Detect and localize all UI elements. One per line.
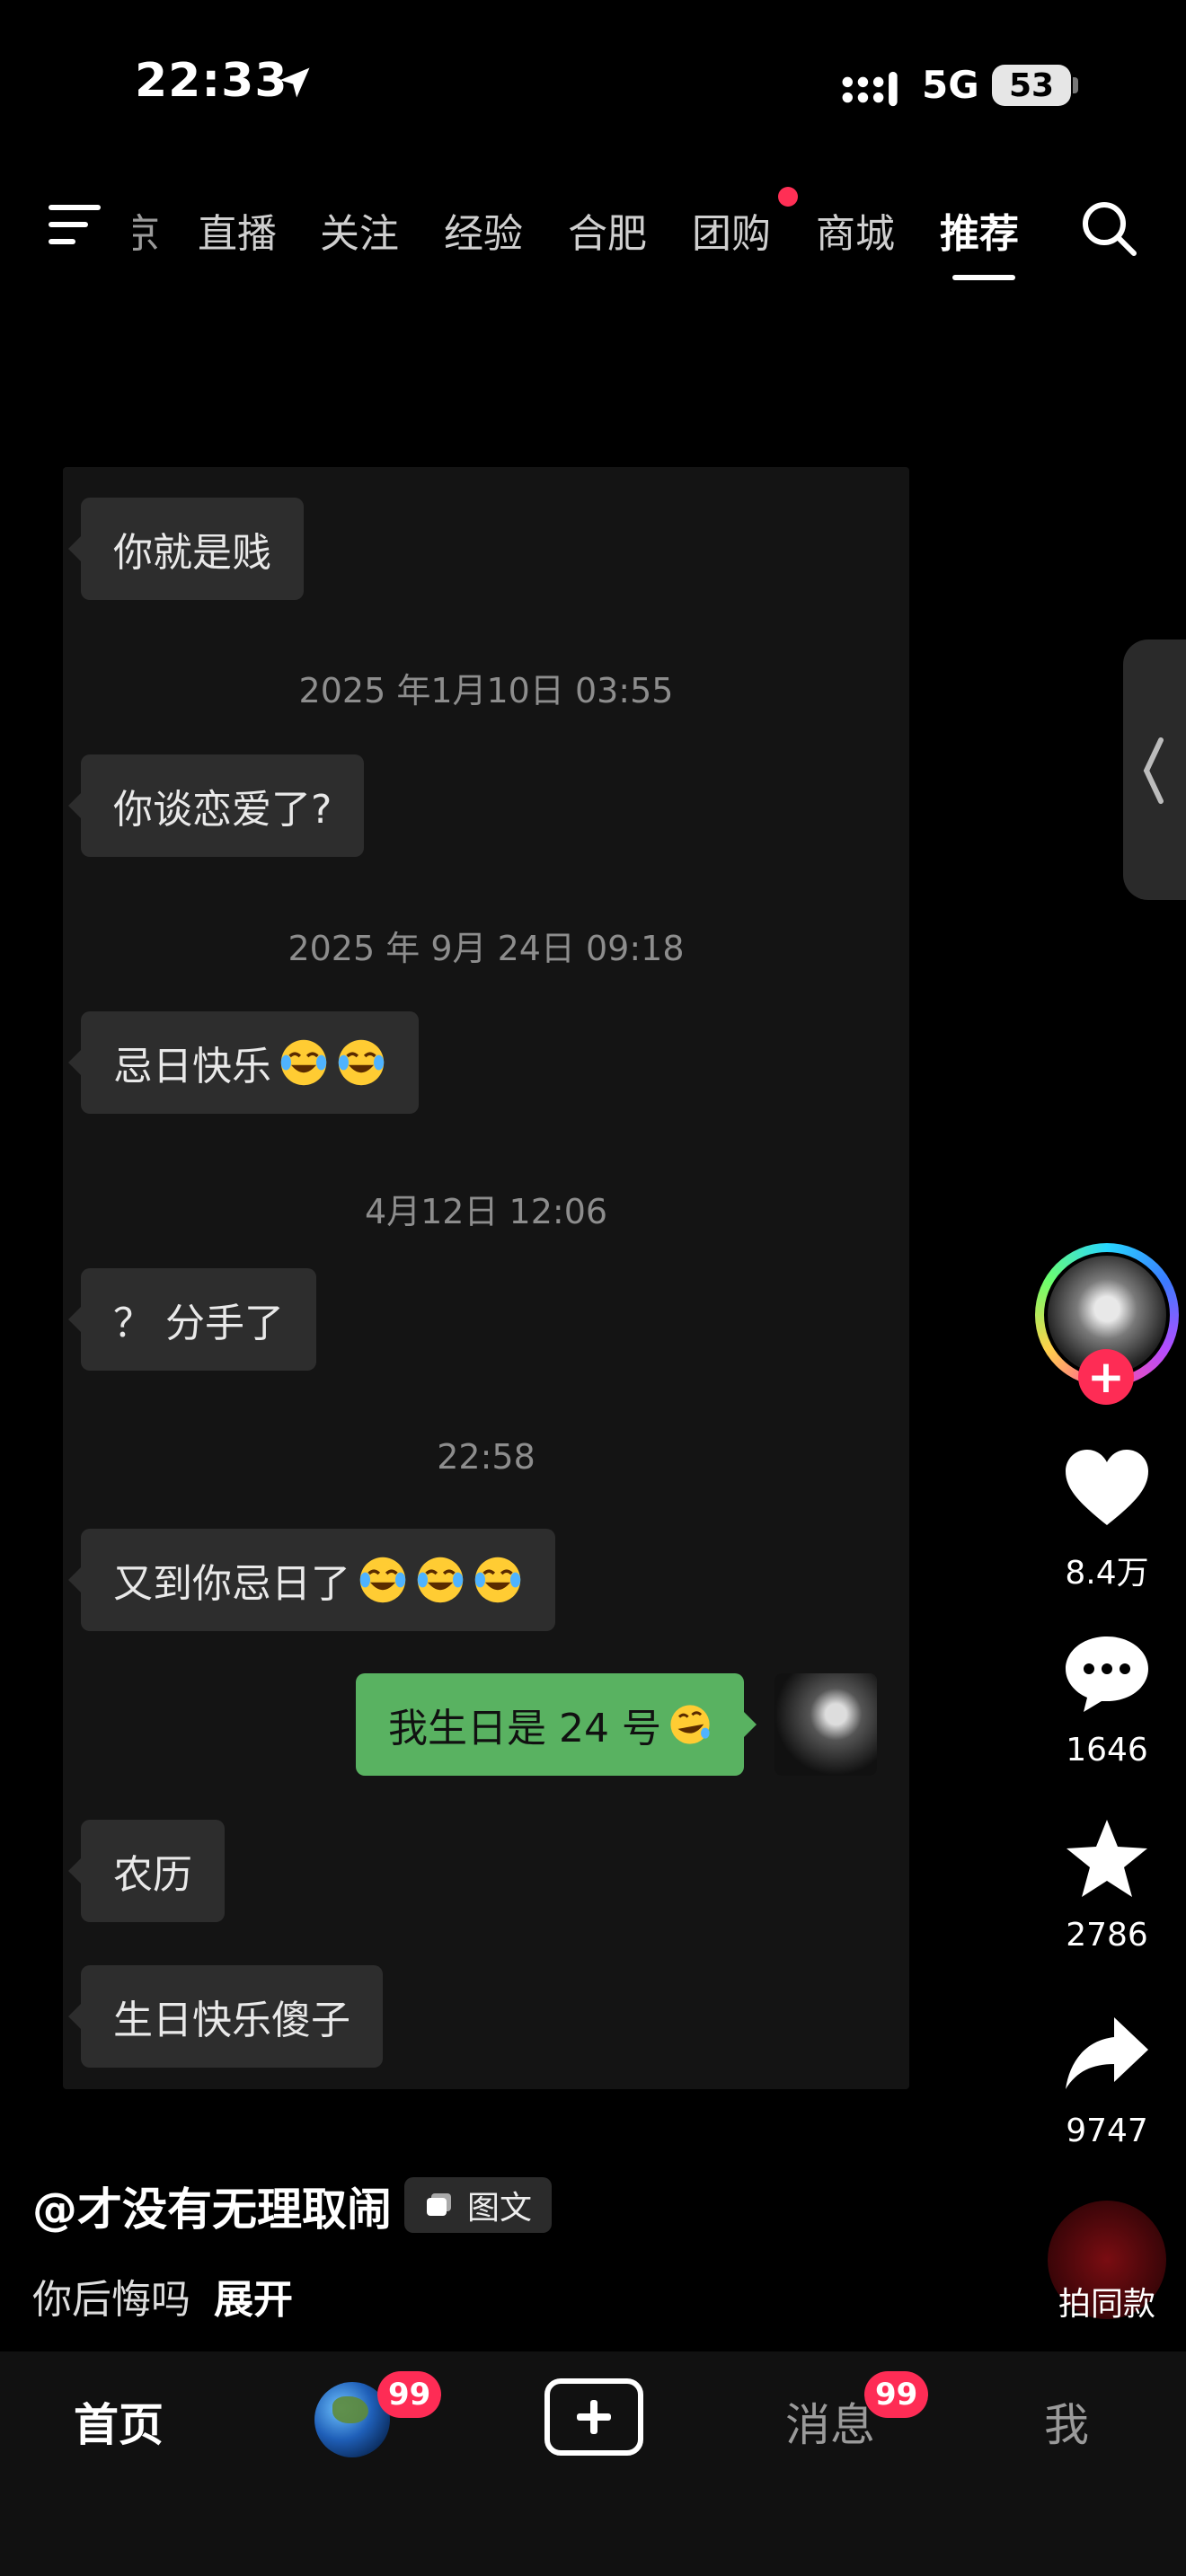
tab-group-buy[interactable]: 团购 [692, 201, 771, 259]
post-caption: 你后悔吗 展开 [32, 2277, 293, 2323]
tab-partial[interactable]: 京 [133, 201, 165, 255]
signal-icon [842, 71, 898, 107]
message-bubble: 你谈恋爱了? [67, 754, 365, 857]
like-count: 8.4万 [1065, 1555, 1149, 1592]
share-icon[interactable] [1062, 2014, 1152, 2095]
message-bubble: 生日快乐傻子 [68, 1965, 383, 2068]
message-bubble: 又到你忌日了 [68, 1529, 555, 1631]
tab-live[interactable]: 直播 [198, 201, 277, 259]
favorite-count: 2786 [1066, 1917, 1148, 1954]
sender-avatar [774, 1673, 877, 1776]
battery-indicator: 53 [992, 65, 1071, 106]
remix-label[interactable]: 拍同款 [1024, 2278, 1186, 2325]
message-timestamp: 2025 年1月10日 03:55 [298, 671, 674, 710]
image-stack-icon [427, 2193, 451, 2216]
author-name[interactable]: @才没有无理取闹 [32, 2174, 392, 2238]
message-timestamp: 22:58 [437, 1437, 535, 1477]
comment-icon[interactable] [1062, 1633, 1152, 1714]
follow-button[interactable]: + [1078, 1349, 1134, 1405]
globe-land [332, 2396, 368, 2423]
chat-screenshot[interactable]: 你就是贱 2025 年1月10日 03:55 你谈恋爱了? 2025 年 9月 … [63, 467, 909, 2089]
status-time: 22:33 [135, 54, 288, 108]
laughing-tears-emoji-icon [280, 1039, 327, 1086]
tab-experience[interactable]: 经验 [444, 201, 523, 259]
laughing-tears-emoji-icon [474, 1557, 521, 1603]
plus-icon [577, 2400, 611, 2434]
rolling-laughing-emoji-icon [670, 1705, 710, 1744]
menu-icon[interactable] [47, 201, 102, 248]
location-arrow-icon [279, 67, 310, 98]
message-bubble: ？ 分手了 [68, 1268, 316, 1371]
tab-notification-dot [778, 187, 798, 207]
laughing-tears-emoji-icon [359, 1557, 406, 1603]
chevron-left-icon [1143, 737, 1164, 804]
friends-badge: 99 [377, 2371, 442, 2418]
expand-link[interactable]: 展开 [214, 2277, 293, 2323]
tab-recommend[interactable]: 推荐 [940, 201, 1019, 259]
laughing-tears-emoji-icon [417, 1557, 464, 1603]
nav-me[interactable]: 我 [1044, 2389, 1089, 2454]
message-timestamp: 4月12日 12:06 [364, 1192, 608, 1231]
search-icon[interactable] [1078, 198, 1139, 259]
share-count: 9747 [1066, 2113, 1148, 2149]
message-bubble: 农历 [68, 1820, 225, 1922]
battery-tip [1073, 77, 1078, 93]
tab-mall[interactable]: 商城 [816, 201, 895, 259]
message-bubble: 忌日快乐 [68, 1011, 419, 1114]
comment-count: 1646 [1066, 1732, 1148, 1769]
nav-home[interactable]: 首页 [74, 2389, 164, 2454]
nav-messages[interactable]: 消息 [785, 2389, 875, 2454]
network-type: 5G [922, 63, 979, 107]
create-post-button[interactable] [544, 2378, 643, 2456]
laughing-tears-emoji-icon [338, 1039, 385, 1086]
tab-following[interactable]: 关注 [320, 201, 399, 259]
active-tab-indicator [952, 275, 1015, 280]
star-icon[interactable] [1062, 1818, 1152, 1899]
message-timestamp: 2025 年 9月 24日 09:18 [288, 929, 685, 968]
message-bubble: 你就是贱 [68, 498, 304, 600]
post-type-badge: 图文 [404, 2177, 553, 2233]
message-bubble-sent: 我生日是 24 号 [356, 1673, 757, 1776]
heart-icon[interactable] [1062, 1448, 1152, 1529]
messages-badge: 99 [864, 2371, 929, 2418]
tab-city[interactable]: 合肥 [568, 201, 647, 259]
